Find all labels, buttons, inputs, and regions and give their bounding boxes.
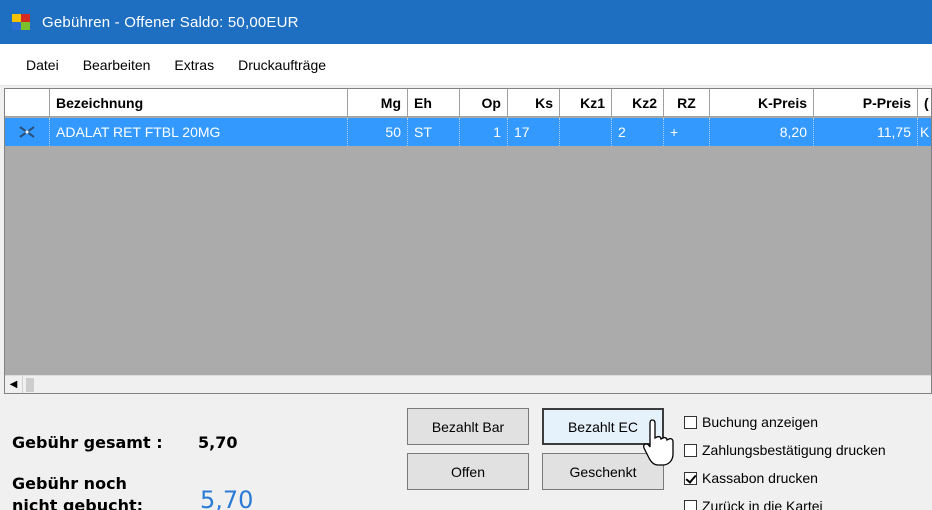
menu-druckauftraege[interactable]: Druckaufträge <box>226 44 338 86</box>
scroll-left-arrow-icon[interactable]: ◀ <box>5 376 23 393</box>
column-header-p-preis[interactable]: P-Preis <box>814 89 918 117</box>
option-label: Kassabon drucken <box>702 470 818 486</box>
option-label: Buchung anzeigen <box>702 414 818 430</box>
fee-total-label: Gebühr gesamt : <box>12 433 163 452</box>
option-label: Zurück in die Kartei <box>702 498 823 510</box>
scroll-thumb[interactable] <box>26 378 34 392</box>
open-button[interactable]: Offen <box>407 453 529 490</box>
menu-extras[interactable]: Extras <box>162 44 226 86</box>
pay-cash-button[interactable]: Bezahlt Bar <box>407 408 529 445</box>
option-print-payment-confirmation[interactable]: Zahlungsbestätigung drucken <box>684 442 886 458</box>
column-header-rz[interactable]: RZ <box>664 89 710 117</box>
checkbox[interactable] <box>684 499 697 510</box>
column-header-k-preis[interactable]: K-Preis <box>710 89 814 117</box>
checkbox-checked[interactable] <box>684 471 697 485</box>
option-back-to-file[interactable]: Zurück in die Kartei <box>684 498 823 510</box>
cell-eh: ST <box>408 118 460 146</box>
column-header-kz1[interactable]: Kz1 <box>560 89 612 117</box>
column-header-mg[interactable]: Mg <box>348 89 408 117</box>
cell-kz1 <box>560 118 612 146</box>
column-header-bezeichnung[interactable]: Bezeichnung <box>50 89 348 117</box>
fee-open-label-line1: Gebühr noch <box>12 474 127 493</box>
window-title: Gebühren - Offener Saldo: 50,00EUR <box>42 13 299 31</box>
checkbox[interactable] <box>684 443 697 457</box>
menu-datei[interactable]: Datei <box>14 44 71 86</box>
checkbox[interactable] <box>684 415 697 429</box>
cell-bezeichnung: ADALAT RET FTBL 20MG <box>50 118 348 146</box>
menu-bar: Datei Bearbeiten Extras Druckaufträge <box>0 44 932 86</box>
fee-open-value: 5,70 <box>200 486 254 510</box>
column-header-selector[interactable] <box>5 89 50 117</box>
option-print-receipt[interactable]: Kassabon drucken <box>684 470 818 486</box>
scissors-icon <box>19 126 35 138</box>
column-header-eh[interactable]: Eh <box>408 89 460 117</box>
title-bar: Gebühren - Offener Saldo: 50,00EUR <box>0 0 932 44</box>
table-row[interactable]: ADALAT RET FTBL 20MG 50 ST 1 17 2 + 8,20… <box>5 118 931 146</box>
menu-bearbeiten[interactable]: Bearbeiten <box>71 44 163 86</box>
app-icon <box>12 14 30 30</box>
row-selector[interactable] <box>5 118 50 146</box>
cell-mg: 50 <box>348 118 408 146</box>
horizontal-scrollbar[interactable]: ◀ <box>5 375 931 393</box>
fees-grid[interactable]: Bezeichnung Mg Eh Op Ks Kz1 Kz2 RZ K-Pre… <box>4 88 932 394</box>
column-header-ks[interactable]: Ks <box>508 89 560 117</box>
column-header-more[interactable]: ( <box>918 89 931 117</box>
cell-rz: + <box>664 118 710 146</box>
fee-open-label-line2: nicht gebucht: <box>12 496 144 510</box>
cell-op: 1 <box>460 118 508 146</box>
option-label: Zahlungsbestätigung drucken <box>702 442 886 458</box>
grid-header: Bezeichnung Mg Eh Op Ks Kz1 Kz2 RZ K-Pre… <box>5 89 931 117</box>
cell-p-preis: 11,75 <box>814 118 918 146</box>
column-header-op[interactable]: Op <box>460 89 508 117</box>
cell-ks: 17 <box>508 118 560 146</box>
cell-kz2: 2 <box>612 118 664 146</box>
hand-cursor-icon <box>642 419 674 466</box>
column-header-kz2[interactable]: Kz2 <box>612 89 664 117</box>
cell-k-preis: 8,20 <box>710 118 814 146</box>
option-show-booking[interactable]: Buchung anzeigen <box>684 414 818 430</box>
cell-last: K <box>920 124 930 140</box>
fee-total-value: 5,70 <box>198 433 238 452</box>
